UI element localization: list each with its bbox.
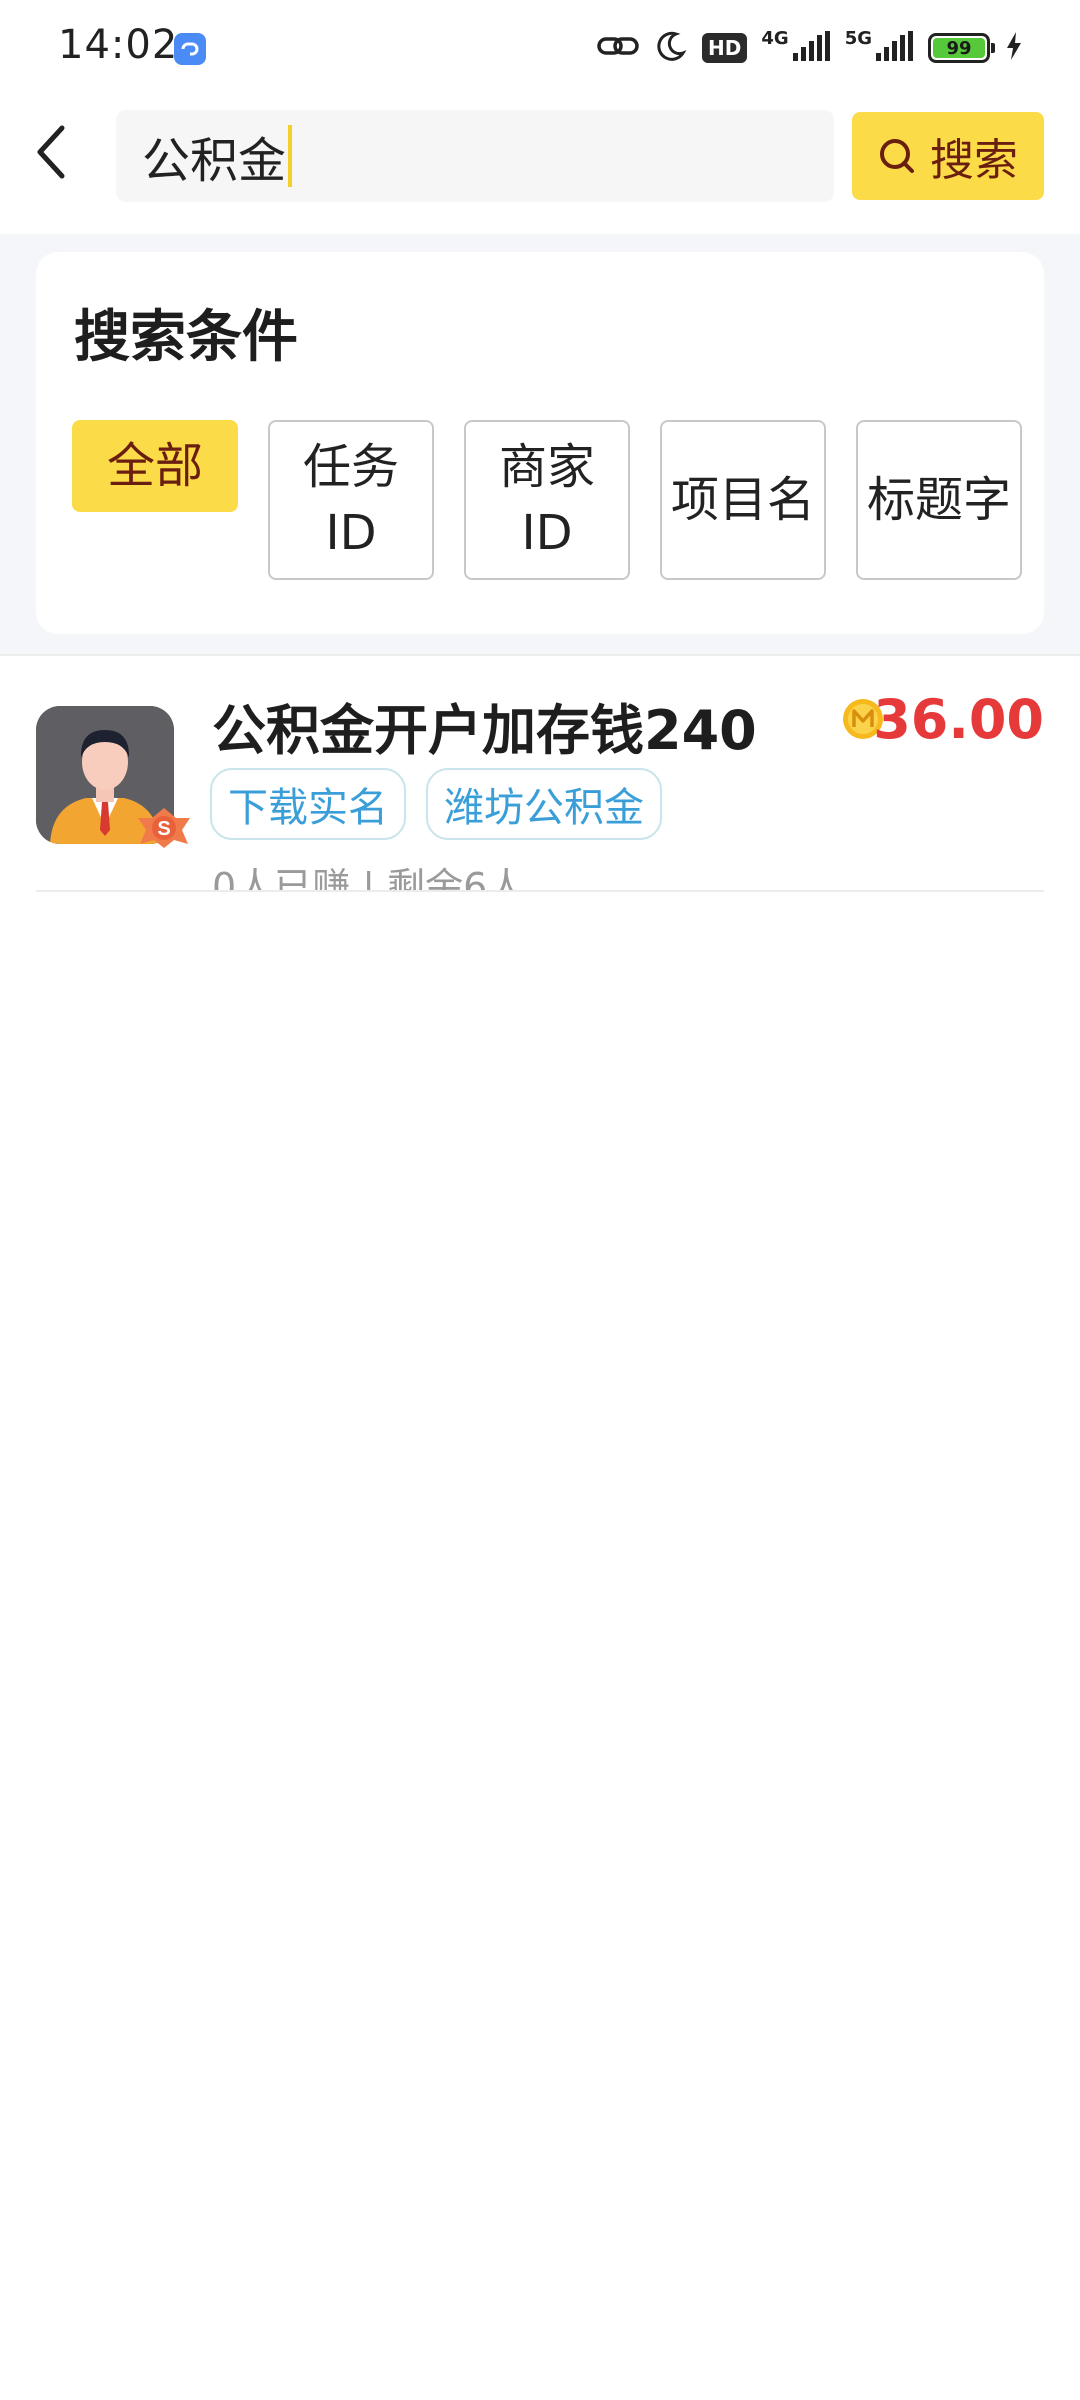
task-tag: 潍坊公积金 xyxy=(426,768,662,840)
signal-icon xyxy=(791,31,831,65)
battery-level: 99 xyxy=(933,38,985,59)
task-tag: 下载实名 xyxy=(210,768,406,840)
search-header: 公积金 搜索 xyxy=(0,96,1080,234)
task-reward-price: 36.00 xyxy=(873,688,1044,751)
search-icon xyxy=(880,139,914,173)
search-input[interactable]: 公积金 xyxy=(116,110,834,202)
charging-icon xyxy=(1004,31,1024,65)
battery-indicator: 99 xyxy=(928,33,995,63)
search-button-label: 搜索 xyxy=(930,135,1018,186)
status-icons: HD 4G 5G 99 xyxy=(596,26,1024,70)
network-5g-label: 5G xyxy=(844,28,872,49)
filter-chip-all[interactable]: 全部 xyxy=(72,420,238,512)
hd-badge: HD xyxy=(702,33,748,63)
filter-chip-project-name[interactable]: 项目名 xyxy=(660,420,826,580)
task-tags: 下载实名 潍坊公积金 xyxy=(210,768,662,840)
list-divider xyxy=(36,890,1044,892)
task-stats: 0人已赚 | 剩余6人 xyxy=(212,865,526,892)
app-notification-icon xyxy=(174,33,206,65)
level-badge-icon: S xyxy=(136,804,192,850)
status-time: 14:02 xyxy=(58,22,179,68)
level-badge-label: S xyxy=(157,818,170,840)
text-caret xyxy=(288,125,293,187)
filter-chip-title-keyword[interactable]: 标题字 xyxy=(856,420,1022,580)
task-title: 公积金开户加存钱240 xyxy=(212,699,757,762)
task-list-item[interactable]: S 公积金开户加存钱240 36.00 下载实名 潍坊公积金 0人已赚 | 剩余… xyxy=(0,656,1080,892)
filter-chip-task-id[interactable]: 任务ID xyxy=(268,420,434,580)
back-button[interactable] xyxy=(22,122,82,182)
filter-card: 搜索条件 全部 任务ID 商家ID 项目名 标题字 xyxy=(36,252,1044,634)
filter-chip-row: 全部 任务ID 商家ID 项目名 标题字 xyxy=(72,420,1022,580)
back-arrow-icon xyxy=(37,125,65,179)
search-button[interactable]: 搜索 xyxy=(852,112,1044,200)
filter-title: 搜索条件 xyxy=(74,305,298,370)
link-icon xyxy=(596,31,640,65)
signal-icon xyxy=(874,31,914,65)
moon-icon xyxy=(654,29,688,67)
status-bar: 14:02 HD 4G 5G 99 xyxy=(0,0,1080,96)
filter-chip-merchant-id[interactable]: 商家ID xyxy=(464,420,630,580)
network-4g-label: 4G xyxy=(761,28,789,49)
search-query-text: 公积金 xyxy=(142,133,287,189)
